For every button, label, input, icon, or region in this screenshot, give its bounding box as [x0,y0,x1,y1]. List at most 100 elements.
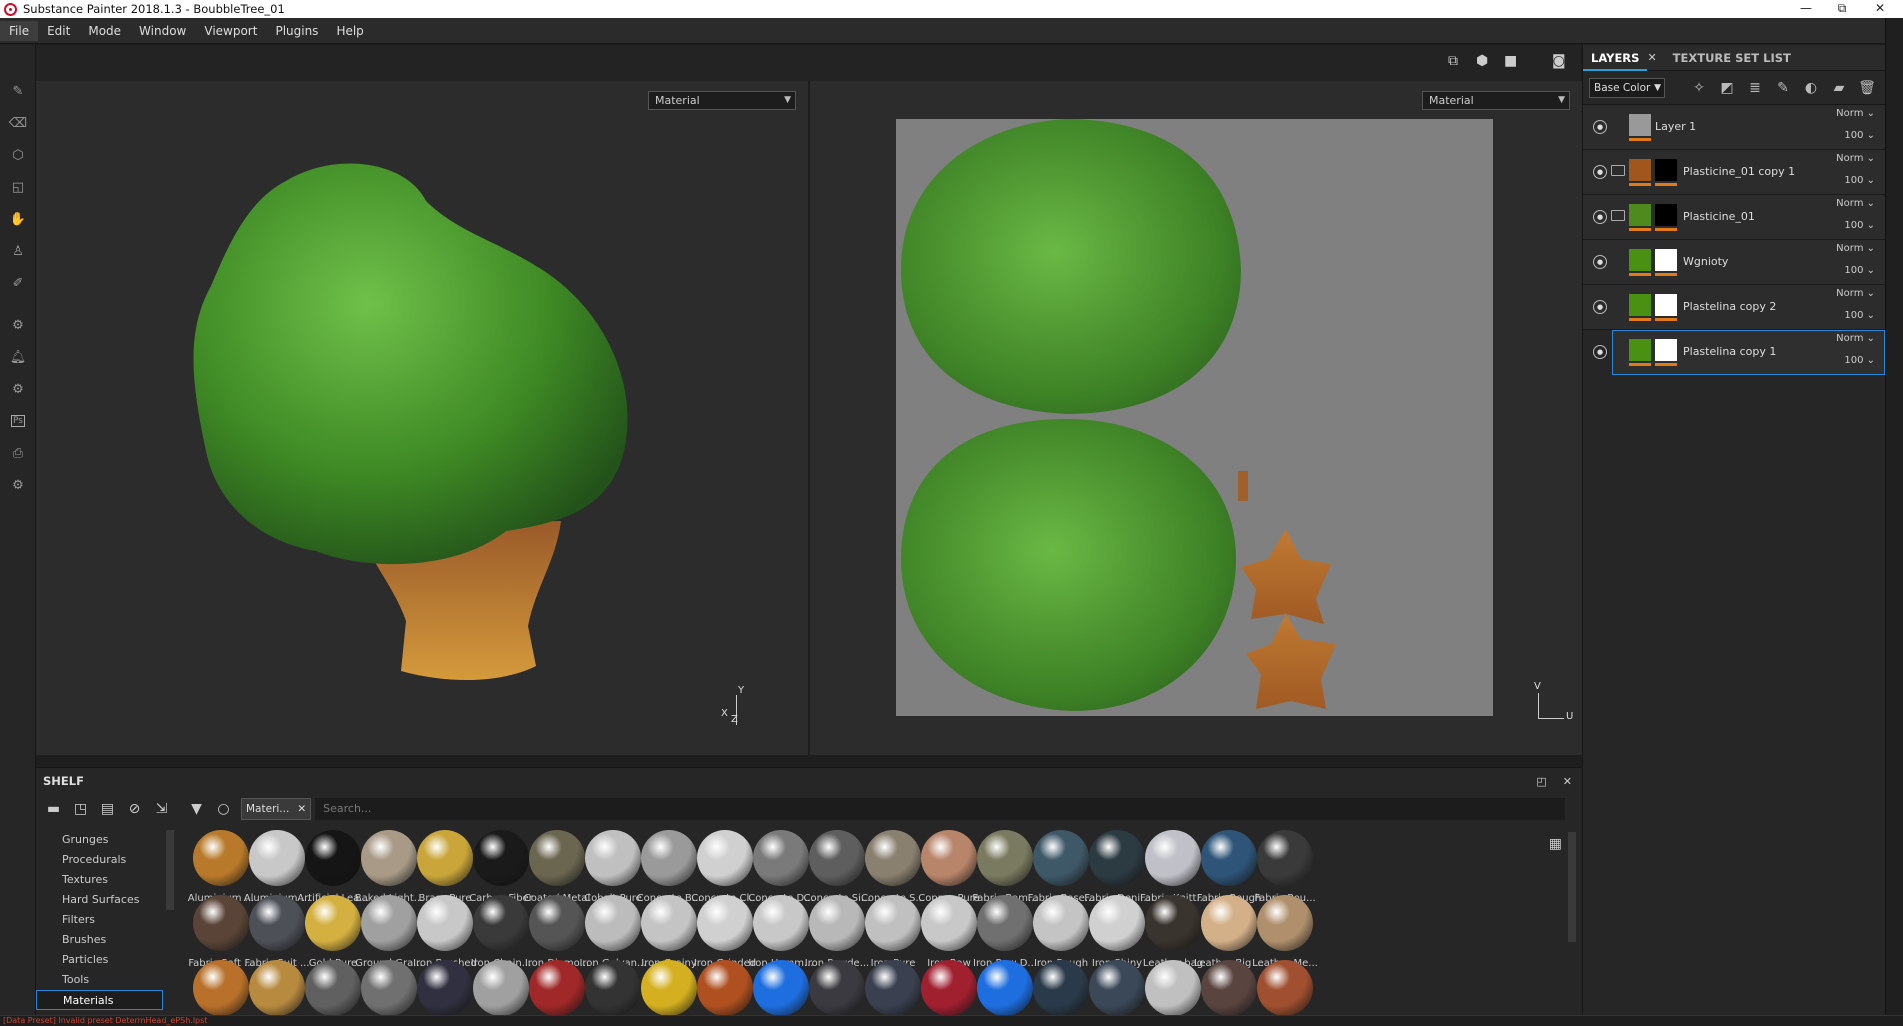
paint-layer-icon[interactable]: ✎ [1769,80,1797,96]
layer-name[interactable]: Plastelina copy 2 [1683,300,1776,313]
layer-name[interactable]: Plasticine_01 copy 1 [1683,165,1795,178]
opacity-value[interactable]: 100 ⌄ [1844,355,1875,366]
menu-viewport[interactable]: Viewport [195,21,266,41]
blend-mode-select[interactable]: Norm ⌄ [1836,198,1875,209]
smart-material-icon[interactable]: ◐ [1797,80,1825,96]
folder-icon[interactable] [1611,165,1625,176]
close-button[interactable]: ✕ [1862,0,1898,18]
menu-window[interactable]: Window [130,21,195,41]
tab-texture-set-list[interactable]: TEXTURE SET LIST [1665,51,1799,65]
chip-close-icon[interactable]: ✕ [297,803,306,815]
layer-name[interactable]: Layer 1 [1655,120,1696,133]
viewport-2d-mode-select[interactable]: Material ▼ [1422,91,1570,110]
visibility-eye-icon[interactable]: ● [1593,345,1607,359]
category-item[interactable]: Hard Surfaces [36,890,166,910]
menu-help[interactable]: Help [327,21,372,41]
category-item[interactable]: Brushes [36,930,166,950]
opacity-value[interactable]: 100 ⌄ [1844,220,1875,231]
refresh-icon[interactable]: ○ [210,801,237,817]
grid-scrollbar[interactable] [1568,832,1576,942]
mask-thumbnail[interactable] [1655,249,1677,271]
layer-name[interactable]: Plastelina copy 1 [1683,345,1776,358]
fill-layer-icon[interactable]: ≣ [1741,80,1769,96]
folder-icon[interactable]: ▰ [1825,80,1853,96]
category-item[interactable]: Grunges [36,830,166,850]
polygon-fill-icon[interactable]: ◱ [0,171,36,203]
opacity-value[interactable]: 100 ⌄ [1844,175,1875,186]
layer-name[interactable]: Plasticine_01 [1683,210,1755,223]
menu-file[interactable]: File [0,20,39,41]
color-picker-icon[interactable]: ✐ [0,267,36,299]
tab-layers[interactable]: LAYERS [1583,45,1648,71]
category-scrollbar[interactable] [166,830,174,910]
layer-row[interactable]: ● Wgnioty Norm ⌄ 100 ⌄ [1583,240,1885,285]
bell-icon[interactable]: 🔔︎ [0,341,36,373]
category-item[interactable]: Tools [36,970,166,990]
close-icon[interactable]: ✕ [1563,775,1572,788]
projection-icon[interactable]: ⬡ [0,139,36,171]
cube-icon[interactable]: ⬢ [1476,53,1488,69]
mask-thumbnail[interactable] [1655,204,1677,226]
blend-mode-select[interactable]: Norm ⌄ [1836,243,1875,254]
smudge-icon[interactable]: ✋ [0,203,36,235]
visibility-eye-icon[interactable]: ● [1593,210,1607,224]
blend-mode-select[interactable]: Norm ⌄ [1836,108,1875,119]
mask-thumbnail[interactable] [1655,339,1677,361]
visibility-eye-icon[interactable]: ● [1593,165,1607,179]
blend-mode-select[interactable]: Norm ⌄ [1836,333,1875,344]
opacity-value[interactable]: 100 ⌄ [1844,265,1875,276]
layer-row[interactable]: ● Plasticine_01 Norm ⌄ 100 ⌄ [1583,195,1885,240]
layer-row[interactable]: ● Layer 1 Norm ⌄ 100 ⌄ [1583,105,1885,150]
blend-mode-select[interactable]: Norm ⌄ [1836,153,1875,164]
visibility-eye-icon[interactable]: ● [1593,255,1607,269]
opacity-value[interactable]: 100 ⌄ [1844,130,1875,141]
visibility-eye-icon[interactable]: ● [1593,300,1607,314]
photoshop-icon[interactable]: Ps [0,405,36,437]
mask-thumbnail[interactable] [1655,294,1677,316]
category-item[interactable]: Materials [36,990,163,1010]
mask-icon[interactable]: ◩ [1713,80,1741,96]
effects-icon[interactable]: ✧ [1685,80,1713,96]
save-icon[interactable]: ▤ [94,801,121,817]
new-tab-icon[interactable]: ◳ [67,801,94,817]
mask-thumbnail[interactable] [1655,159,1677,181]
settings-icon[interactable]: ⚙ [0,309,36,341]
category-item[interactable]: Particles [36,950,166,970]
paint-icon[interactable]: ✎ [0,75,36,107]
settings-icon[interactable]: ⚙ [0,373,36,405]
close-icon[interactable]: ✕ [1647,51,1656,64]
filter-chip[interactable]: Materi... ✕ [241,798,312,820]
export-icon[interactable]: ⎙ [0,437,36,469]
channel-select[interactable]: Base Color ▼ [1589,77,1665,98]
search-input[interactable]: Search... [315,798,1566,820]
viewport-2d[interactable]: Material ▼ V U [810,81,1582,755]
viewport-3d[interactable]: Material ▼ Y X Z [36,81,808,755]
layer-name[interactable]: Wgnioty [1683,255,1728,268]
grid-view-icon[interactable]: ▦ [1549,836,1562,852]
restore-button[interactable]: ⧉ [1824,0,1860,18]
split-view-icon[interactable]: ⧉ [1448,53,1458,69]
category-item[interactable]: Filters [36,910,166,930]
hide-icon[interactable]: ⊘ [121,801,148,817]
category-item[interactable]: Textures [36,870,166,890]
folder-icon[interactable] [1611,210,1625,221]
blend-mode-select[interactable]: Norm ⌄ [1836,288,1875,299]
minimize-button[interactable]: — [1788,0,1824,18]
delete-icon[interactable]: 🗑︎ [1853,80,1881,96]
camera-icon[interactable]: ■ [1504,53,1517,69]
menu-mode[interactable]: Mode [79,21,130,41]
opacity-value[interactable]: 100 ⌄ [1844,310,1875,321]
material-item[interactable] [1248,960,1316,1016]
menu-edit[interactable]: Edit [38,21,79,41]
folder-icon[interactable]: ▬ [40,801,67,817]
filter-icon[interactable]: ▼ [183,801,210,817]
undock-icon[interactable]: ◰ [1536,775,1546,788]
clone-icon[interactable]: ♙ [0,235,36,267]
import-icon[interactable]: ⇲ [148,801,175,817]
layer-row[interactable]: ● Plastelina copy 2 Norm ⌄ 100 ⌄ [1583,285,1885,330]
category-item[interactable]: Procedurals [36,850,166,870]
menu-plugins[interactable]: Plugins [266,21,327,41]
layer-row[interactable]: ● Plastelina copy 1 Norm ⌄ 100 ⌄ [1593,330,1885,375]
screenshot-icon[interactable]: ◙ [1552,53,1566,69]
gear-icon[interactable]: ⚙ [0,469,36,501]
